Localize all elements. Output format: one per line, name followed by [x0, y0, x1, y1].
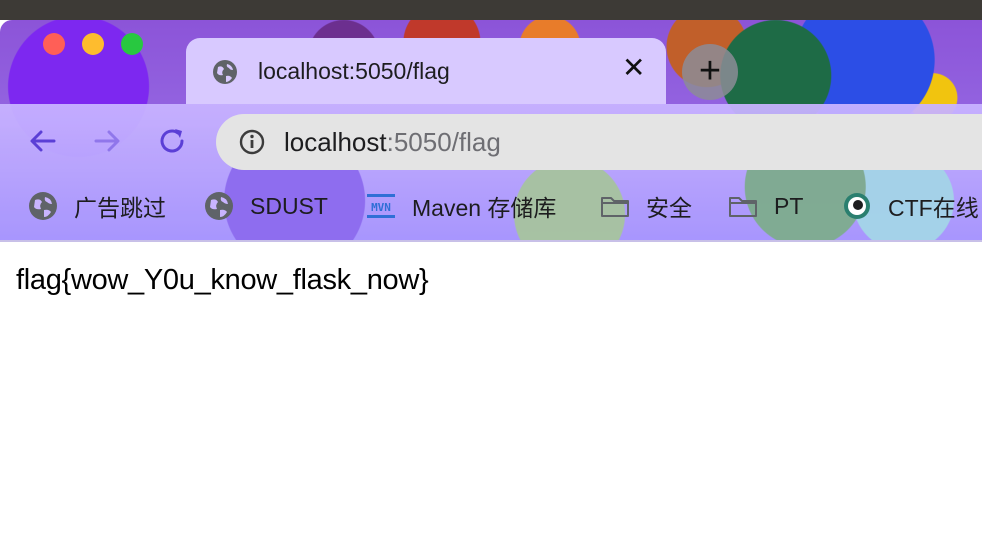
flag-text: flag{wow_Y0u_know_flask_now}	[16, 264, 429, 296]
bookmark-ctf[interactable]: CTF在线	[842, 190, 979, 222]
info-icon[interactable]	[238, 128, 266, 156]
page-content: flag{wow_Y0u_know_flask_now}	[0, 242, 982, 554]
globe-icon	[213, 60, 237, 84]
url-text: localhost:5050/flag	[284, 127, 501, 158]
bookmarks-bar: 广告跳过 SDUST MVN Maven 存储库 安全 PT CTF在线	[0, 178, 982, 238]
url-path: :5050/flag	[386, 127, 501, 157]
active-tab[interactable]: localhost:5050/flag ✕	[186, 38, 666, 104]
bookmark-label: CTF在线	[888, 195, 979, 221]
close-tab-icon[interactable]: ✕	[622, 54, 645, 82]
folder-icon	[729, 197, 757, 217]
plus-icon: +	[698, 49, 722, 92]
toolbar: localhost:5050/flag	[0, 104, 982, 178]
bookmark-ad-skip[interactable]: 广告跳过	[28, 190, 166, 222]
bookmark-maven[interactable]: MVN Maven 存储库	[366, 190, 556, 222]
bookmark-label: 安全	[646, 195, 692, 221]
close-window-button[interactable]	[43, 33, 65, 55]
maven-logo-icon: MVN	[367, 194, 395, 218]
bookmark-label: Maven 存储库	[412, 195, 557, 221]
tab-title: localhost:5050/flag	[258, 58, 450, 84]
back-arrow-icon[interactable]	[26, 124, 60, 158]
url-host: localhost	[284, 127, 387, 157]
minimize-window-button[interactable]	[82, 33, 104, 55]
bookmark-folder-security[interactable]: 安全	[600, 190, 692, 222]
desktop-strip	[0, 0, 982, 20]
bookmark-label: SDUST	[250, 192, 328, 219]
ctf-logo-icon	[844, 193, 870, 219]
bookmark-label: PT	[774, 192, 804, 219]
reload-icon[interactable]	[155, 124, 189, 158]
svg-text:MVN: MVN	[371, 201, 391, 214]
new-tab-button[interactable]: +	[682, 44, 738, 100]
bookmark-sdust[interactable]: SDUST	[204, 190, 328, 222]
folder-icon	[601, 197, 629, 217]
bookmark-label: 广告跳过	[74, 195, 166, 221]
address-bar[interactable]: localhost:5050/flag	[216, 114, 982, 170]
bookmark-folder-pt[interactable]: PT	[728, 190, 803, 222]
globe-icon	[205, 192, 233, 220]
zoom-window-button[interactable]	[121, 33, 143, 55]
globe-icon	[29, 192, 57, 220]
forward-arrow-icon[interactable]	[90, 124, 124, 158]
